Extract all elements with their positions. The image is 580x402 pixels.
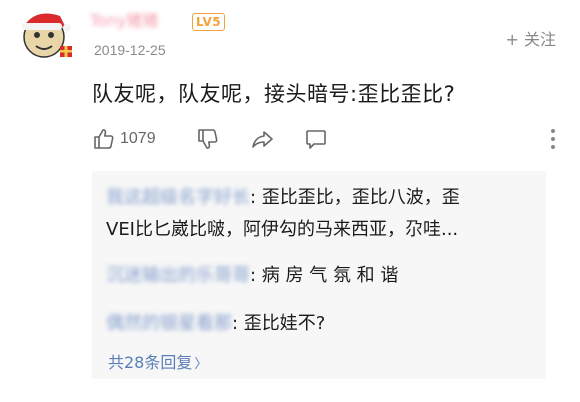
action-bar: 1079: [92, 124, 560, 154]
like-button[interactable]: 1079: [92, 124, 156, 154]
comment-text: 队友呢，队友呢，接头暗号:歪比歪比?: [92, 82, 456, 106]
reply-username[interactable]: 我这超级名字好长: [106, 185, 250, 211]
thumbs-up-icon: [92, 127, 116, 151]
reply-button[interactable]: [304, 124, 328, 154]
reply-text: VEI比匕崴比啵，阿伊勾的马来西亚，尕哇...: [106, 219, 459, 240]
reply-item[interactable]: 偶然的银星看那: 歪比娃不?: [106, 311, 325, 337]
reply-text: : 歪比娃不?: [232, 313, 326, 334]
share-button[interactable]: [250, 124, 276, 154]
more-menu-button[interactable]: [550, 124, 556, 154]
like-count: 1079: [120, 130, 156, 147]
reply-text: : 病 房 气 氛 和 谐: [250, 265, 399, 286]
view-all-replies-link[interactable]: 共28条回复〉: [108, 349, 207, 373]
reply-item[interactable]: 沉迷输出的乐哥哥: 病 房 气 氛 和 谐: [106, 263, 398, 289]
chevron-right-icon: 〉: [194, 357, 208, 372]
comment-icon: [304, 127, 328, 151]
share-icon: [250, 127, 276, 151]
reply-username[interactable]: 偶然的银星看那: [106, 311, 232, 337]
dislike-button[interactable]: [196, 124, 220, 154]
replies-box: 我这超级名字好长: 歪比歪比，歪比八波，歪 VEI比匕崴比啵，阿伊勾的马来西亚，…: [92, 171, 546, 379]
reply-item-continuation: VEI比匕崴比啵，阿伊勾的马来西亚，尕哇...: [106, 217, 458, 243]
more-vertical-icon: [550, 128, 556, 150]
reply-item[interactable]: 我这超级名字好长: 歪比歪比，歪比八波，歪: [106, 185, 460, 211]
thumbs-down-icon: [196, 127, 220, 151]
username[interactable]: Tony猪猪: [90, 10, 190, 32]
view-all-replies-label: 共28条回复: [108, 353, 193, 372]
reply-text: : 歪比歪比，歪比八波，歪: [250, 187, 460, 208]
follow-button[interactable]: + 关注: [506, 26, 557, 50]
level-badge: LV5: [192, 13, 226, 31]
comment-date: 2019-12-25: [94, 42, 166, 58]
avatar[interactable]: [16, 6, 76, 62]
reply-username[interactable]: 沉迷输出的乐哥哥: [106, 263, 250, 289]
